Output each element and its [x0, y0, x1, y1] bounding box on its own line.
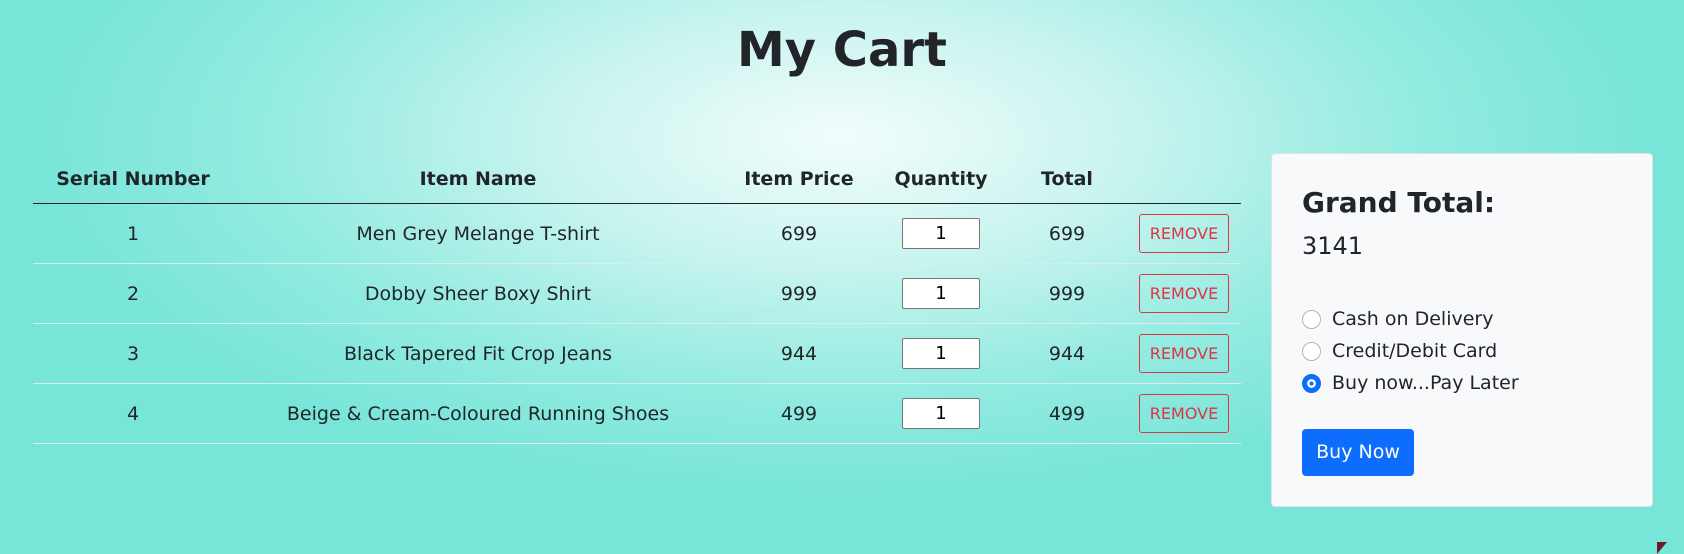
quantity-input[interactable]	[902, 278, 980, 309]
radio-button-selected[interactable]	[1302, 373, 1321, 393]
payment-option-credit-debit-card[interactable]: Credit/Debit Card	[1302, 335, 1519, 367]
row-item-name: Dobby Sheer Boxy Shirt	[233, 263, 723, 324]
payment-option-cash-on-delivery[interactable]: Cash on Delivery	[1302, 303, 1519, 335]
remove-button[interactable]: REMOVE	[1139, 214, 1229, 253]
cart-table: Serial Number Item Name Item Price Quant…	[33, 155, 1241, 444]
header-item-name: Item Name	[233, 155, 723, 204]
remove-button[interactable]: REMOVE	[1139, 334, 1229, 373]
radio-button[interactable]	[1302, 309, 1321, 329]
remove-button[interactable]: REMOVE	[1139, 394, 1229, 433]
row-item-price: 499	[723, 383, 875, 444]
remove-button[interactable]: REMOVE	[1139, 274, 1229, 313]
table-row: 1 Men Grey Melange T-shirt 699 699 REMOV…	[33, 203, 1241, 264]
row-quantity-cell	[875, 263, 1007, 324]
table-row: 4 Beige & Cream-Coloured Running Shoes 4…	[33, 383, 1241, 444]
row-serial: 3	[33, 323, 233, 384]
header-serial-number: Serial Number	[33, 155, 233, 204]
row-quantity-cell	[875, 383, 1007, 444]
row-item-name: Beige & Cream-Coloured Running Shoes	[233, 383, 723, 444]
quantity-input[interactable]	[902, 398, 980, 429]
row-item-price: 999	[723, 263, 875, 324]
row-item-name: Black Tapered Fit Crop Jeans	[233, 323, 723, 384]
payment-option-pay-later[interactable]: Buy now...Pay Later	[1302, 367, 1519, 399]
header-quantity: Quantity	[875, 155, 1007, 204]
table-header-row: Serial Number Item Name Item Price Quant…	[33, 155, 1241, 204]
table-row: 3 Black Tapered Fit Crop Jeans 944 944 R…	[33, 323, 1241, 384]
row-action-cell: REMOVE	[1127, 383, 1241, 444]
header-item-price: Item Price	[723, 155, 875, 204]
row-serial: 2	[33, 263, 233, 324]
row-quantity-cell	[875, 323, 1007, 384]
row-item-name: Men Grey Melange T-shirt	[233, 203, 723, 264]
payment-option-label: Buy now...Pay Later	[1332, 372, 1519, 394]
row-action-cell: REMOVE	[1127, 323, 1241, 384]
table-row: 2 Dobby Sheer Boxy Shirt 999 999 REMOVE	[33, 263, 1241, 324]
row-total: 999	[1007, 263, 1127, 324]
payment-options: Cash on Delivery Credit/Debit Card Buy n…	[1302, 303, 1519, 399]
page-title: My Cart	[737, 22, 947, 78]
row-item-price: 699	[723, 203, 875, 264]
payment-option-label: Cash on Delivery	[1332, 308, 1494, 330]
row-action-cell: REMOVE	[1127, 263, 1241, 324]
mouse-cursor-icon	[1657, 542, 1667, 554]
payment-option-label: Credit/Debit Card	[1332, 340, 1498, 362]
row-total: 944	[1007, 323, 1127, 384]
row-action-cell: REMOVE	[1127, 203, 1241, 264]
radio-button[interactable]	[1302, 341, 1321, 361]
order-summary-card: Grand Total: 3141 Cash on Delivery Credi…	[1271, 153, 1653, 507]
row-quantity-cell	[875, 203, 1007, 264]
quantity-input[interactable]	[902, 218, 980, 249]
row-total: 499	[1007, 383, 1127, 444]
row-serial: 1	[33, 203, 233, 264]
buy-now-button[interactable]: Buy Now	[1302, 429, 1414, 476]
row-total: 699	[1007, 203, 1127, 264]
grand-total-label: Grand Total:	[1302, 186, 1496, 219]
header-action	[1127, 155, 1241, 204]
row-serial: 4	[33, 383, 233, 444]
quantity-input[interactable]	[902, 338, 980, 369]
row-item-price: 944	[723, 323, 875, 384]
grand-total-value: 3141	[1302, 232, 1364, 260]
header-total: Total	[1007, 155, 1127, 204]
